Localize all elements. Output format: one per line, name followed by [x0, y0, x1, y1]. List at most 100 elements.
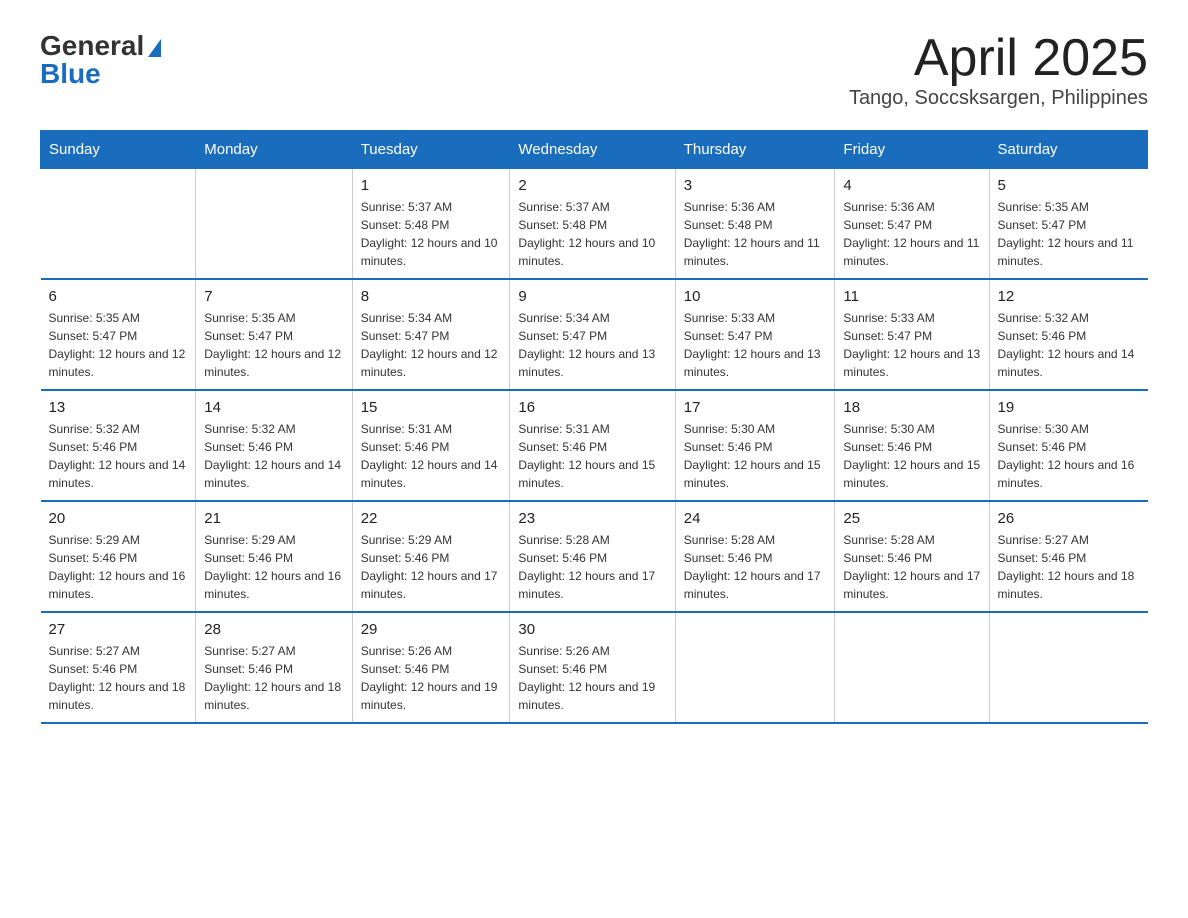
calendar-header-row: Sunday Monday Tuesday Wednesday Thursday… — [41, 131, 1148, 169]
calendar-table: Sunday Monday Tuesday Wednesday Thursday… — [40, 130, 1148, 724]
table-row: 18 Sunrise: 5:30 AMSunset: 5:46 PMDayligh… — [835, 390, 989, 501]
table-row: 23 Sunrise: 5:28 AMSunset: 5:46 PMDayligh… — [510, 501, 675, 612]
day-number: 6 — [49, 288, 188, 305]
table-row — [675, 612, 835, 723]
day-info: Sunrise: 5:27 AMSunset: 5:46 PMDaylight:… — [204, 642, 343, 714]
table-row — [196, 169, 352, 280]
day-info: Sunrise: 5:30 AMSunset: 5:46 PMDaylight:… — [998, 420, 1140, 492]
day-number: 16 — [518, 399, 666, 416]
day-info: Sunrise: 5:27 AMSunset: 5:46 PMDaylight:… — [49, 642, 188, 714]
day-number: 20 — [49, 510, 188, 527]
day-info: Sunrise: 5:28 AMSunset: 5:46 PMDaylight:… — [843, 531, 980, 603]
table-row: 14Sunrise: 5:32 AMSunset: 5:46 PMDayligh… — [196, 390, 352, 501]
table-row: 12Sunrise: 5:32 AMSunset: 5:46 PMDayligh… — [989, 279, 1147, 390]
day-number: 14 — [204, 399, 343, 416]
table-row: 25 Sunrise: 5:28 AMSunset: 5:46 PMDayligh… — [835, 501, 989, 612]
day-number: 3 — [684, 177, 827, 194]
table-row: 24 Sunrise: 5:28 AMSunset: 5:46 PMDayligh… — [675, 501, 835, 612]
day-info: Sunrise: 5:33 AMSunset: 5:47 PMDaylight:… — [684, 309, 827, 381]
day-info: Sunrise: 5:36 AMSunset: 5:48 PMDaylight:… — [684, 198, 827, 270]
table-row: 6 Sunrise: 5:35 AMSunset: 5:47 PMDaylight… — [41, 279, 196, 390]
logo: General Blue — [40, 30, 161, 90]
day-info: Sunrise: 5:28 AMSunset: 5:46 PMDaylight:… — [684, 531, 827, 603]
day-number: 15 — [361, 399, 502, 416]
day-number: 22 — [361, 510, 502, 527]
table-row: 19 Sunrise: 5:30 AMSunset: 5:46 PMDayligh… — [989, 390, 1147, 501]
table-row: 1Sunrise: 5:37 AMSunset: 5:48 PMDaylight… — [352, 169, 510, 280]
table-row: 13 Sunrise: 5:32 AMSunset: 5:46 PMDayligh… — [41, 390, 196, 501]
day-info: Sunrise: 5:30 AMSunset: 5:46 PMDaylight:… — [684, 420, 827, 492]
day-info: Sunrise: 5:26 AMSunset: 5:46 PMDaylight:… — [518, 642, 666, 714]
day-info: Sunrise: 5:29 AMSunset: 5:46 PMDaylight:… — [361, 531, 502, 603]
table-row: 2 Sunrise: 5:37 AMSunset: 5:48 PMDaylight… — [510, 169, 675, 280]
table-row: 26Sunrise: 5:27 AMSunset: 5:46 PMDayligh… — [989, 501, 1147, 612]
location-subtitle: Tango, Soccsksargen, Philippines — [849, 87, 1148, 110]
day-number: 30 — [518, 621, 666, 638]
calendar-week-row: 13 Sunrise: 5:32 AMSunset: 5:46 PMDayligh… — [41, 390, 1148, 501]
day-number: 29 — [361, 621, 502, 638]
calendar-week-row: 20 Sunrise: 5:29 AMSunset: 5:46 PMDayligh… — [41, 501, 1148, 612]
day-info: Sunrise: 5:30 AMSunset: 5:46 PMDaylight:… — [843, 420, 980, 492]
day-info: Sunrise: 5:36 AMSunset: 5:47 PMDaylight:… — [843, 198, 980, 270]
day-number: 24 — [684, 510, 827, 527]
table-row: 17 Sunrise: 5:30 AMSunset: 5:46 PMDayligh… — [675, 390, 835, 501]
col-wednesday: Wednesday — [510, 131, 675, 169]
table-row — [41, 169, 196, 280]
day-info: Sunrise: 5:31 AMSunset: 5:46 PMDaylight:… — [518, 420, 666, 492]
day-number: 13 — [49, 399, 188, 416]
day-info: Sunrise: 5:33 AMSunset: 5:47 PMDaylight:… — [843, 309, 980, 381]
logo-triangle-icon — [148, 39, 161, 57]
day-number: 2 — [518, 177, 666, 194]
col-monday: Monday — [196, 131, 352, 169]
day-info: Sunrise: 5:29 AMSunset: 5:46 PMDaylight:… — [49, 531, 188, 603]
day-number: 10 — [684, 288, 827, 305]
table-row: 9 Sunrise: 5:34 AMSunset: 5:47 PMDaylight… — [510, 279, 675, 390]
table-row: 20 Sunrise: 5:29 AMSunset: 5:46 PMDayligh… — [41, 501, 196, 612]
day-info: Sunrise: 5:32 AMSunset: 5:46 PMDaylight:… — [49, 420, 188, 492]
table-row — [835, 612, 989, 723]
calendar-week-row: 6 Sunrise: 5:35 AMSunset: 5:47 PMDaylight… — [41, 279, 1148, 390]
table-row: 3 Sunrise: 5:36 AMSunset: 5:48 PMDaylight… — [675, 169, 835, 280]
day-info: Sunrise: 5:35 AMSunset: 5:47 PMDaylight:… — [204, 309, 343, 381]
table-row: 11 Sunrise: 5:33 AMSunset: 5:47 PMDayligh… — [835, 279, 989, 390]
col-friday: Friday — [835, 131, 989, 169]
logo-blue: Blue — [40, 58, 101, 90]
table-row: 7Sunrise: 5:35 AMSunset: 5:47 PMDaylight… — [196, 279, 352, 390]
table-row: 28 Sunrise: 5:27 AMSunset: 5:46 PMDayligh… — [196, 612, 352, 723]
table-row: 30 Sunrise: 5:26 AMSunset: 5:46 PMDayligh… — [510, 612, 675, 723]
col-tuesday: Tuesday — [352, 131, 510, 169]
day-info: Sunrise: 5:37 AMSunset: 5:48 PMDaylight:… — [518, 198, 666, 270]
day-info: Sunrise: 5:35 AMSunset: 5:47 PMDaylight:… — [998, 198, 1140, 270]
day-number: 9 — [518, 288, 666, 305]
day-info: Sunrise: 5:26 AMSunset: 5:46 PMDaylight:… — [361, 642, 502, 714]
table-row — [989, 612, 1147, 723]
day-number: 18 — [843, 399, 980, 416]
table-row: 4 Sunrise: 5:36 AMSunset: 5:47 PMDaylight… — [835, 169, 989, 280]
page-header: General Blue April 2025 Tango, Soccsksar… — [40, 30, 1148, 110]
table-row: 8 Sunrise: 5:34 AMSunset: 5:47 PMDaylight… — [352, 279, 510, 390]
day-number: 8 — [361, 288, 502, 305]
table-row: 21Sunrise: 5:29 AMSunset: 5:46 PMDayligh… — [196, 501, 352, 612]
day-info: Sunrise: 5:28 AMSunset: 5:46 PMDaylight:… — [518, 531, 666, 603]
day-info: Sunrise: 5:34 AMSunset: 5:47 PMDaylight:… — [518, 309, 666, 381]
day-number: 4 — [843, 177, 980, 194]
day-number: 28 — [204, 621, 343, 638]
day-number: 19 — [998, 399, 1140, 416]
day-info: Sunrise: 5:31 AMSunset: 5:46 PMDaylight:… — [361, 420, 502, 492]
col-sunday: Sunday — [41, 131, 196, 169]
day-info: Sunrise: 5:34 AMSunset: 5:47 PMDaylight:… — [361, 309, 502, 381]
table-row: 29 Sunrise: 5:26 AMSunset: 5:46 PMDayligh… — [352, 612, 510, 723]
day-number: 25 — [843, 510, 980, 527]
col-thursday: Thursday — [675, 131, 835, 169]
day-info: Sunrise: 5:27 AMSunset: 5:46 PMDaylight:… — [998, 531, 1140, 603]
day-number: 21 — [204, 510, 343, 527]
day-number: 11 — [843, 288, 980, 305]
col-saturday: Saturday — [989, 131, 1147, 169]
day-number: 17 — [684, 399, 827, 416]
day-number: 23 — [518, 510, 666, 527]
day-info: Sunrise: 5:35 AMSunset: 5:47 PMDaylight:… — [49, 309, 188, 381]
day-number: 12 — [998, 288, 1140, 305]
calendar-week-row: 27Sunrise: 5:27 AMSunset: 5:46 PMDayligh… — [41, 612, 1148, 723]
day-info: Sunrise: 5:37 AMSunset: 5:48 PMDaylight:… — [361, 198, 502, 270]
calendar-week-row: 1Sunrise: 5:37 AMSunset: 5:48 PMDaylight… — [41, 169, 1148, 280]
